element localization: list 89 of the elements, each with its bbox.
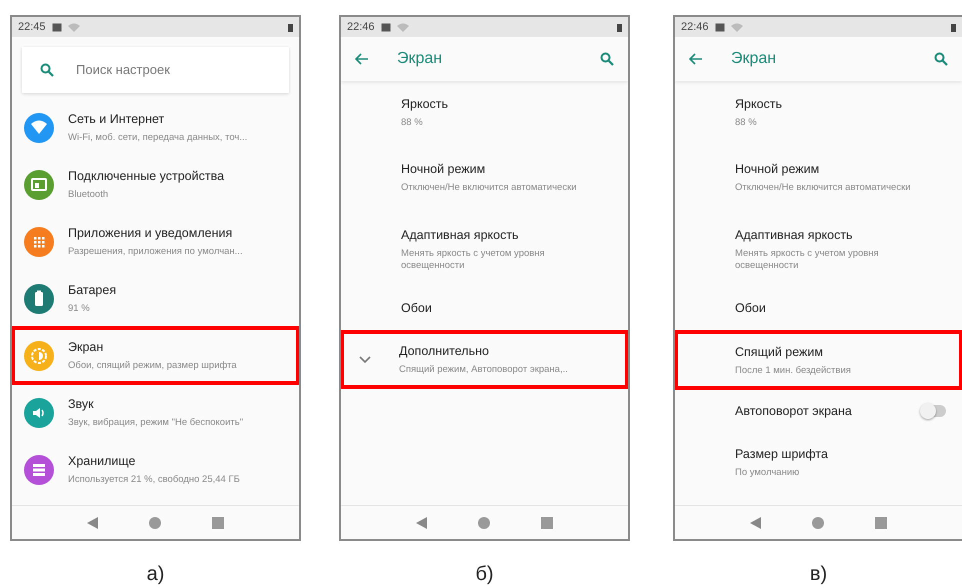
recents-icon[interactable]	[540, 516, 553, 528]
item-title: Автоповорот экрана	[735, 402, 852, 420]
status-time: 22:45	[18, 20, 46, 35]
toggle-switch[interactable]	[922, 405, 946, 417]
item-title: Обои	[401, 300, 432, 317]
item-subtitle: Обои, спящий режим, размер шрифта	[68, 359, 237, 374]
figure-caption: а)	[146, 562, 164, 587]
settings-item[interactable]: Ночной режим Отключен/Не включится автоматически	[341, 141, 628, 213]
item-title: Приложения и уведомления	[68, 224, 234, 242]
item-title: Размер шрифта	[735, 446, 828, 464]
image-notification-icon	[380, 22, 391, 32]
item-title: Подключенные устройства	[68, 168, 224, 185]
settings-item[interactable]: Подключенные устройства Bluetooth	[12, 156, 299, 213]
settings-item[interactable]: Адаптивная яркость Менять яркость с учетом уровня освещенности	[341, 213, 628, 285]
settings-item[interactable]: Обои	[341, 285, 628, 331]
item-title: Хранилище	[68, 452, 136, 470]
item-subtitle: Звук, вибрация, режим "Не беспокоить"	[68, 416, 244, 430]
back-icon[interactable]	[750, 516, 762, 528]
image-notification-icon	[714, 22, 725, 32]
item-subtitle: Используется 21 %, свободно 25,44 ГБ	[68, 473, 240, 488]
item-title: Яркость	[735, 96, 782, 114]
back-arrow-icon[interactable]	[355, 53, 369, 65]
item-title: Яркость	[401, 96, 448, 114]
search-field[interactable]: Поиск настроек	[22, 47, 289, 93]
item-subtitle: Разрешения, приложения по умолчан...	[68, 245, 243, 260]
item-subtitle: 88 %	[735, 116, 758, 129]
item-subtitle: Bluetooth	[68, 188, 110, 202]
item-subtitle: Отключен/Не включится автоматически	[401, 182, 577, 194]
settings-item[interactable]: Батарея 91 %	[12, 270, 299, 327]
toolbar-title: Экран	[731, 49, 778, 69]
back-icon[interactable]	[416, 516, 428, 528]
item-title: Адаптивная яркость	[735, 227, 854, 244]
search-icon[interactable]	[600, 52, 614, 66]
battery-status-icon	[288, 22, 293, 32]
settings-item[interactable]: Хранилище Используется 21 %, свободно 25,44 ГБ	[12, 441, 299, 498]
item-subtitle: По умолчанию	[735, 466, 800, 479]
back-arrow-icon[interactable]	[689, 53, 703, 65]
item-title: Батарея	[68, 282, 116, 299]
settings-item[interactable]: Приложения и уведомления Разрешения, приложения по умолчан...	[12, 213, 299, 270]
figure-caption: в)	[810, 562, 828, 587]
item-subtitle: Менять яркость с учетом уровня освещенности	[401, 248, 546, 272]
item-subtitle: 88 %	[401, 116, 424, 129]
wifi-signal-icon	[730, 22, 743, 32]
item-subtitle: Менять яркость с учетом уровня освещенности	[735, 248, 880, 272]
settings-item[interactable]: Ночной режим Отключен/Не включится автоматически	[675, 141, 962, 213]
image-notification-icon	[52, 22, 62, 32]
item-title: Сеть и Интернет	[68, 110, 166, 128]
item-subtitle: Спящий режим, Автоповорот экрана,..	[399, 363, 568, 378]
recents-icon[interactable]	[212, 516, 224, 528]
home-icon[interactable]	[812, 516, 824, 528]
item-subtitle: После 1 мин. бездействия	[735, 364, 851, 377]
wifi-signal-icon	[68, 22, 80, 32]
settings-item[interactable]: Обои	[675, 285, 962, 331]
wifi-signal-icon	[396, 22, 409, 32]
item-title: Звук	[68, 396, 95, 413]
toolbar-title: Экран	[397, 49, 444, 69]
home-icon[interactable]	[478, 516, 490, 528]
item-title: Ночной режим	[401, 161, 486, 178]
settings-item[interactable]: Яркость 88 %	[341, 83, 628, 141]
search-icon	[40, 63, 54, 77]
item-title: Адаптивная яркость	[401, 227, 520, 244]
settings-item[interactable]: Дополнительно Спящий режим, Автоповорот экрана,..	[341, 331, 628, 388]
settings-item[interactable]: Сеть и Интернет Wi-Fi, моб. сети, передача данных, точ...	[12, 99, 299, 156]
search-placeholder: Поиск настроек	[76, 61, 170, 80]
item-subtitle: Wi-Fi, моб. сети, передача данных, точ...	[68, 131, 248, 146]
settings-item[interactable]: Яркость 88 %	[675, 83, 962, 141]
back-icon[interactable]	[87, 516, 98, 528]
settings-item[interactable]: Размер шрифта По умолчанию	[675, 433, 962, 491]
item-subtitle: Отключен/Не включится автоматически	[735, 182, 911, 194]
item-title: Ночной режим	[735, 161, 820, 178]
status-time: 22:46	[347, 20, 375, 35]
battery-status-icon	[617, 22, 622, 32]
recents-icon[interactable]	[874, 516, 887, 528]
item-title: Спящий режим	[735, 344, 824, 362]
settings-item[interactable]: Адаптивная яркость Менять яркость с учетом уровня освещенности	[675, 213, 962, 285]
chevron-down-icon	[359, 356, 371, 364]
item-title: Дополнительно	[399, 342, 490, 360]
settings-item[interactable]: Спящий режим После 1 мин. бездействия	[675, 331, 962, 389]
search-icon[interactable]	[934, 52, 948, 66]
settings-item[interactable]: Экран Обои, спящий режим, размер шрифта	[12, 327, 299, 384]
settings-item[interactable]: Звук Звук, вибрация, режим "Не беспокоить"	[12, 384, 299, 441]
home-icon[interactable]	[148, 516, 161, 528]
item-title: Обои	[735, 300, 766, 317]
status-time: 22:46	[681, 20, 709, 35]
battery-status-icon	[951, 22, 956, 32]
figure-caption: б)	[475, 562, 494, 587]
item-title: Экран	[68, 338, 104, 356]
settings-item[interactable]: Автоповорот экрана	[675, 389, 962, 433]
item-subtitle: 91 %	[68, 302, 91, 316]
